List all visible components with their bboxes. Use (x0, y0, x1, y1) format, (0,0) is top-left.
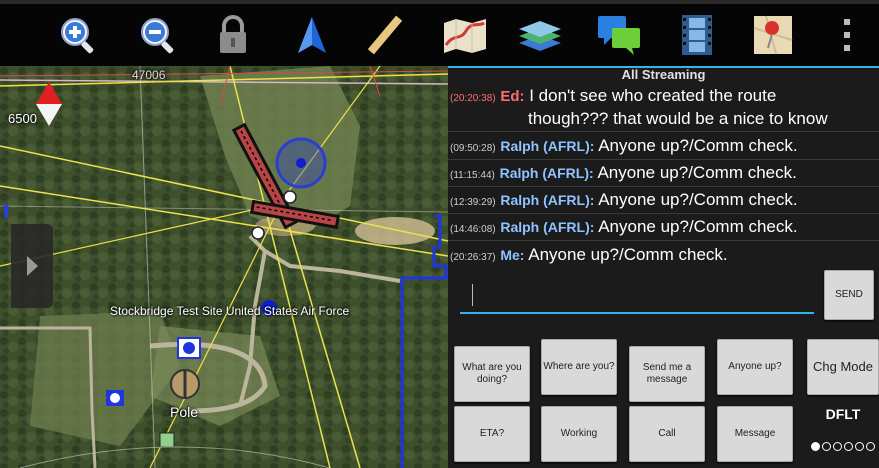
grid-label: 47006 (132, 68, 166, 82)
message-text: I don't see who created the route (529, 86, 777, 105)
message-text: Anyone up?/Comm check. (598, 217, 798, 236)
message-text: Anyone up?/Comm check. (598, 190, 798, 209)
route-map-icon[interactable] (440, 10, 490, 60)
chat-message: (12:39:29) Ralph (AFRL): Anyone up?/Comm… (448, 190, 879, 214)
satellite-imagery (0, 66, 448, 468)
map-view[interactable]: 47006 6500 Stockbridge Test Site United … (0, 66, 448, 468)
scale-label: 6500 (8, 111, 37, 126)
layers-icon[interactable] (515, 10, 565, 60)
message-time: (12:39:29) (450, 197, 496, 208)
map-pin-icon[interactable] (748, 10, 798, 60)
message-text: Anyone up?/Comm check. (597, 163, 797, 182)
page-dot[interactable] (811, 442, 820, 451)
compass-icon[interactable] (34, 82, 64, 130)
chat-panel: All Streaming (20:20:38) Ed: I don't see… (448, 66, 879, 468)
toolbar-top-line (0, 0, 879, 4)
message-sender: Ed: (500, 88, 525, 105)
message-sender: Ralph (AFRL): (500, 138, 595, 154)
quick-reply-eta[interactable]: ETA? (454, 406, 530, 462)
change-mode-button[interactable]: Chg Mode (807, 339, 879, 395)
text-cursor (472, 284, 473, 306)
chat-message: (20:20:38) Ed: I don't see who created t… (448, 86, 879, 132)
message-time: (14:46:08) (450, 224, 496, 235)
side-drawer-handle[interactable] (11, 224, 53, 308)
page-indicator[interactable] (811, 442, 875, 451)
send-button[interactable]: SEND (824, 270, 874, 320)
chat-message: (20:26:37) Me: Anyone up?/Comm check. (448, 245, 879, 269)
quick-reply-anyone-up[interactable]: Anyone up? (717, 339, 793, 395)
navigation-arrow-icon[interactable] (287, 10, 337, 60)
quick-reply-message[interactable]: Message (717, 406, 793, 462)
page-dot[interactable] (866, 442, 875, 451)
pole-label: Pole (170, 404, 199, 420)
chat-message: (09:50:28) Ralph (AFRL): Anyone up?/Comm… (448, 136, 879, 160)
chat-title: All Streaming (621, 67, 706, 82)
message-time: (09:50:28) (450, 143, 496, 154)
overflow-menu-icon[interactable] (822, 10, 872, 60)
message-time: (20:26:37) (450, 252, 496, 263)
message-sender: Ralph (AFRL): (500, 192, 595, 208)
video-icon[interactable] (672, 10, 722, 60)
quick-reply-working[interactable]: Working (541, 406, 617, 462)
chat-message: (11:15:44) Ralph (AFRL): Anyone up?/Comm… (448, 163, 879, 187)
message-text: Anyone up?/Comm check. (528, 245, 728, 264)
message-input[interactable] (460, 278, 814, 312)
message-text: Anyone up?/Comm check. (598, 136, 798, 155)
chevron-right-icon (27, 256, 38, 276)
page-dot[interactable] (833, 442, 842, 451)
message-text-continued: though??? that would be a nice to know (528, 109, 828, 128)
message-sender: Me: (500, 247, 525, 263)
quick-reply-call[interactable]: Call (629, 406, 705, 462)
page-dot[interactable] (855, 442, 864, 451)
message-time: (20:20:38) (450, 93, 496, 104)
toolbar (0, 0, 879, 66)
message-sender: Ralph (AFRL): (500, 219, 595, 235)
measure-ruler-icon[interactable] (360, 10, 410, 60)
page-dot[interactable] (844, 442, 853, 451)
lock-icon[interactable] (208, 10, 258, 60)
chat-icon[interactable] (594, 10, 644, 60)
chat-message: (14:46:08) Ralph (AFRL): Anyone up?/Comm… (448, 217, 879, 241)
page-dot[interactable] (822, 442, 831, 451)
site-label: Stockbridge Test Site United States Air … (110, 304, 350, 318)
quick-reply-what-are-you-doing[interactable]: What are you doing? (454, 346, 530, 402)
mode-label: DFLT (825, 406, 861, 422)
zoom-out-icon[interactable] (133, 10, 183, 60)
zoom-in-icon[interactable] (53, 10, 103, 60)
message-sender: Ralph (AFRL): (499, 165, 594, 181)
input-underline (460, 312, 814, 314)
message-time: (11:15:44) (450, 170, 495, 181)
quick-reply-send-me-a-message[interactable]: Send me a message (629, 346, 705, 402)
quick-reply-where-are-you[interactable]: Where are you? (541, 339, 617, 395)
